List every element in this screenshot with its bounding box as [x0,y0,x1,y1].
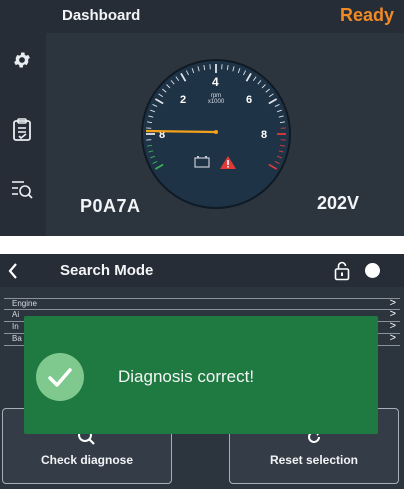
list-item-label: Ba [12,334,22,343]
search-list-button[interactable] [5,173,39,207]
search-header: Search Mode [0,254,404,287]
status-indicator [365,263,380,278]
gauge-tick-label: 6 [246,94,252,106]
back-arrow-icon[interactable] [4,260,22,282]
gauge-unit: x1000 [208,99,225,105]
dashboard-sidebar [0,33,46,236]
voltage-readout: 202V [317,193,360,213]
rpm-gauge: 2 4 6 8 8 rpm x1000 [140,58,292,210]
chevron-right-icon: > [389,332,396,344]
screen-divider [0,236,404,254]
search-list-icon [12,181,33,199]
gauge-tick-label: 4 [212,75,219,89]
checklist-button[interactable] [5,113,39,147]
gauge-tick-label: 2 [180,94,186,106]
search-mode-screen: Search Mode Engine > Ai > In > Ba > Chec… [0,254,404,489]
chevron-right-icon: > [389,308,396,320]
list-item-label: Ai [12,310,20,319]
gauge-tick-label: 8 [261,129,267,141]
list-item-label: In [12,322,19,331]
clipboard-checklist-icon [13,118,31,141]
settings-button[interactable] [5,43,39,77]
settings-icon [14,52,30,68]
dashboard-screen: Dashboard Ready 2 4 6 8 8 rpm x1000 P0A7… [0,0,404,236]
reset-selection-label: Reset selection [269,453,359,467]
checkmark-icon [36,353,84,401]
page-title: Search Mode [60,262,154,279]
unlock-icon[interactable] [334,261,350,281]
toast-message: Diagnosis correct! [118,367,255,386]
fault-code: P0A7A [80,196,141,216]
gauge-needle [145,129,216,134]
status-text: Ready [339,5,394,25]
check-diagnose-label: Check diagnose [40,453,134,467]
dashboard-header: Dashboard Ready [0,0,404,33]
page-title: Dashboard [62,7,141,24]
chevron-right-icon: > [389,320,396,332]
success-toast: Diagnosis correct! [24,316,378,434]
list-item[interactable]: Engine > [4,297,400,310]
list-item-label: Engine [12,299,37,308]
